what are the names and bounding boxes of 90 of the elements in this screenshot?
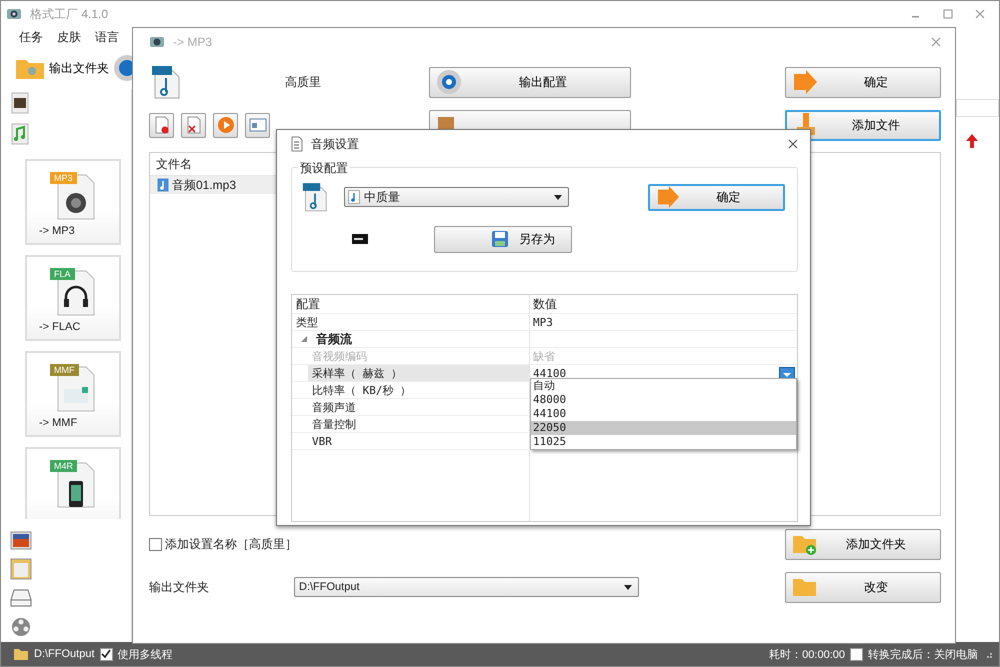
checkbox-label: 添加设置名称［高质里］ <box>165 536 297 552</box>
play-button[interactable] <box>213 112 238 138</box>
music-note-icon <box>348 190 360 204</box>
app-logo-icon <box>149 34 165 50</box>
output-folder-label: 输出文件夹 <box>149 578 210 596</box>
file-icon <box>56 269 96 317</box>
file-icon <box>56 173 96 221</box>
info-button[interactable] <box>245 112 270 138</box>
picture-category-icon[interactable] <box>10 530 32 550</box>
audio-file-icon <box>157 178 169 192</box>
property-name[interactable]: VBR <box>308 433 529 449</box>
property-name[interactable]: 音量控制 <box>308 416 529 432</box>
dropdown-option[interactable]: 48000 <box>531 393 796 407</box>
format-label: -> MP3 <box>38 225 75 237</box>
dropdown-option[interactable]: 44100 <box>531 407 796 421</box>
output-config-button[interactable]: 输出配置 <box>429 66 631 98</box>
elapsed-time: 耗时：00:00:00 <box>769 648 845 662</box>
group-label: 预设配置 <box>298 160 350 177</box>
format-tile[interactable]: FLA -> FLAC <box>25 255 121 341</box>
dropdown-option[interactable]: 22050 <box>531 421 796 435</box>
file-remove-icon <box>154 116 170 134</box>
property-name[interactable]: 音频声道 <box>308 399 529 415</box>
change-button[interactable]: 改变 <box>785 572 941 602</box>
command-prompt-icon <box>352 234 368 244</box>
up-arrow-icon[interactable] <box>965 133 979 149</box>
property-name[interactable]: 采样率（ 赫兹 ） <box>308 365 529 381</box>
output-folder-button[interactable]: 输出文件夹 <box>15 56 109 80</box>
quality-label: 高质里 <box>285 74 322 90</box>
add-folder-button[interactable]: 添加文件夹 <box>785 528 941 560</box>
mp3-file-icon <box>151 65 181 99</box>
checkbox-label: 转换完成后：关闭电脑 <box>868 648 978 662</box>
add-file-button[interactable]: 添加文件 <box>785 110 941 140</box>
dialog-title: 音频设置 <box>311 136 359 152</box>
mp3-file-icon <box>302 182 328 212</box>
dropdown-arrow-icon <box>624 584 632 590</box>
file-icon <box>56 461 96 509</box>
play-icon <box>216 116 234 134</box>
preset-select[interactable]: 中质量 <box>344 187 569 207</box>
format-tag: MMF <box>50 364 78 376</box>
format-tag: FLA <box>50 268 75 280</box>
window-title: 格式工厂 4.1.0 <box>30 6 108 22</box>
file-delete-icon <box>186 116 202 134</box>
category-label[interactable]: 音频流 <box>316 330 352 348</box>
save-as-button[interactable]: 另存为 <box>434 226 572 252</box>
dropdown-arrow-icon <box>554 194 562 200</box>
column-header: 配置 <box>292 295 530 313</box>
format-tag: M4R <box>50 460 78 472</box>
format-tile[interactable]: MP3 -> MP3 <box>25 159 121 245</box>
output-path: D:\FFOutput <box>34 648 95 660</box>
ok-button[interactable]: 确定 <box>785 66 941 98</box>
maximize-icon[interactable] <box>943 9 953 19</box>
checkbox[interactable] <box>850 648 863 660</box>
dropdown-option[interactable]: 自动 <box>531 379 796 393</box>
format-tile[interactable]: MMF -> MMF <box>25 351 121 437</box>
delete-file-button[interactable] <box>181 112 206 138</box>
property-name[interactable]: 比特率（ KB/秒 ） <box>308 382 529 398</box>
menu-item[interactable]: 任务 <box>19 28 43 46</box>
output-folder-select[interactable]: D:\FFOutput <box>294 577 639 597</box>
film-reel-icon[interactable] <box>10 616 32 638</box>
music-category-icon[interactable] <box>11 123 29 145</box>
checkbox-label: 使用多线程 <box>118 648 173 662</box>
window-icon <box>248 118 266 132</box>
app-logo-icon <box>6 6 22 22</box>
property-value[interactable]: MP3 <box>533 316 553 328</box>
property-value[interactable]: 44100 <box>533 366 566 380</box>
menu-item[interactable]: 皮肤 <box>57 28 81 46</box>
dialog-title: -> MP3 <box>173 35 212 49</box>
expand-arrow-icon[interactable] <box>300 335 308 343</box>
menu-item[interactable]: 语言 <box>95 28 119 46</box>
drive-category-icon[interactable] <box>10 588 32 608</box>
format-label: -> FLAC <box>38 321 80 333</box>
format-label: -> MMF <box>38 417 78 429</box>
video-category-icon[interactable] <box>11 92 29 114</box>
dropdown-option[interactable]: 11025 <box>531 435 796 449</box>
close-icon[interactable] <box>788 139 798 149</box>
document-category-icon[interactable] <box>10 558 32 580</box>
checkbox[interactable] <box>100 648 113 660</box>
table-header <box>956 99 999 117</box>
file-icon <box>56 365 96 413</box>
ok-button[interactable]: 确定 <box>648 184 785 210</box>
format-tag: MP3 <box>50 172 77 184</box>
checkbox[interactable] <box>149 538 162 550</box>
arrow-icon <box>656 186 680 208</box>
remove-file-button[interactable] <box>149 112 174 138</box>
gear-icon <box>436 69 462 95</box>
arrow-icon <box>792 70 818 94</box>
settings-file-icon <box>291 136 303 152</box>
column-header: 数值 <box>532 296 558 312</box>
folder-icon <box>13 647 29 661</box>
property-name[interactable]: 类型 <box>296 314 529 330</box>
